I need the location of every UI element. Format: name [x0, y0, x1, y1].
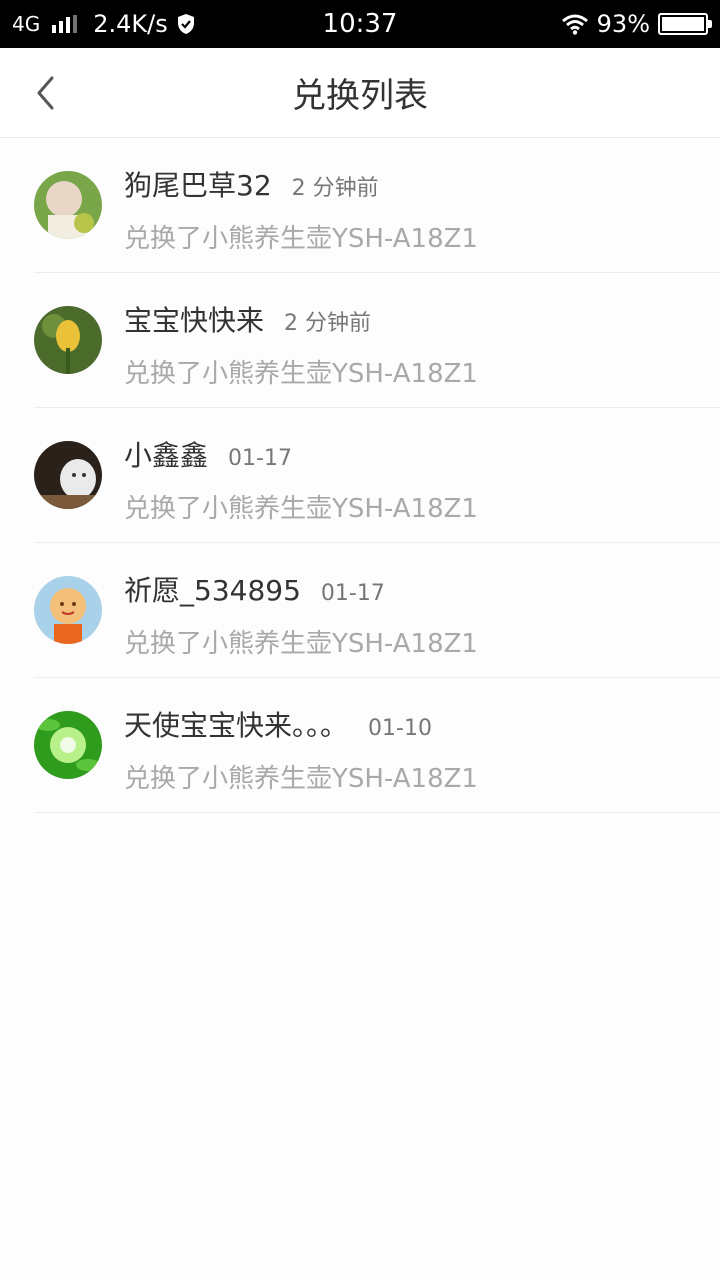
avatar — [34, 576, 102, 644]
user-name: 小鑫鑫 — [124, 439, 209, 472]
status-right: 93% — [561, 10, 712, 38]
status-bar: 4G 2.4K/s 10:37 93% — [0, 0, 720, 48]
user-name: 狗尾巴草32 — [124, 169, 272, 202]
list-item[interactable]: 宝宝快快来 2 分钟前 兑换了小熊养生壶YSH-A18Z1 — [34, 273, 720, 408]
timestamp: 2 分钟前 — [284, 311, 372, 336]
exchange-description: 兑换了小熊养生壶YSH-A18Z1 — [124, 224, 478, 254]
list-item-text: 小鑫鑫 01-17 兑换了小熊养生壶YSH-A18Z1 — [124, 434, 478, 525]
avatar — [34, 711, 102, 779]
list-item[interactable]: 天使宝宝快来。。。 01-10 兑换了小熊养生壶YSH-A18Z1 — [34, 678, 720, 813]
user-name: 祈愿_534895 — [124, 574, 301, 607]
exchange-description: 兑换了小熊养生壶YSH-A18Z1 — [124, 629, 478, 659]
timestamp: 2 分钟前 — [291, 176, 379, 201]
battery-icon — [658, 13, 712, 35]
exchange-list: 狗尾巴草32 2 分钟前 兑换了小熊养生壶YSH-A18Z1 宝宝快快来 2 分… — [0, 138, 720, 813]
back-button[interactable] — [22, 68, 68, 118]
battery-percent: 93% — [596, 10, 650, 38]
avatar — [34, 441, 102, 509]
page-title: 兑换列表 — [292, 76, 428, 116]
nav-bar: 兑换列表 — [0, 48, 720, 138]
avatar — [34, 306, 102, 374]
list-item-text: 祈愿_534895 01-17 兑换了小熊养生壶YSH-A18Z1 — [124, 569, 478, 660]
list-item[interactable]: 狗尾巴草32 2 分钟前 兑换了小熊养生壶YSH-A18Z1 — [34, 138, 720, 273]
signal-icon — [52, 15, 78, 33]
list-item-text: 狗尾巴草32 2 分钟前 兑换了小熊养生壶YSH-A18Z1 — [124, 164, 478, 255]
avatar — [34, 171, 102, 239]
user-name: 宝宝快快来 — [124, 304, 265, 337]
status-left: 4G 2.4K/s — [12, 10, 196, 38]
list-item[interactable]: 祈愿_534895 01-17 兑换了小熊养生壶YSH-A18Z1 — [34, 543, 720, 678]
shield-icon — [177, 14, 194, 34]
chevron-left-icon — [37, 76, 54, 110]
network-speed: 2.4K/s — [93, 10, 168, 38]
timestamp: 01-17 — [320, 581, 385, 606]
exchange-description: 兑换了小熊养生壶YSH-A18Z1 — [124, 764, 478, 794]
timestamp: 01-17 — [228, 446, 292, 471]
timestamp: 01-10 — [368, 716, 432, 741]
exchange-description: 兑换了小熊养生壶YSH-A18Z1 — [124, 494, 478, 524]
user-name: 天使宝宝快来。。。 — [124, 709, 349, 742]
list-item[interactable]: 小鑫鑫 01-17 兑换了小熊养生壶YSH-A18Z1 — [34, 408, 720, 543]
list-item-text: 宝宝快快来 2 分钟前 兑换了小熊养生壶YSH-A18Z1 — [124, 299, 478, 390]
network-type: 4G — [12, 12, 41, 36]
exchange-description: 兑换了小熊养生壶YSH-A18Z1 — [124, 359, 478, 389]
wifi-icon — [561, 14, 588, 35]
list-item-text: 天使宝宝快来。。。 01-10 兑换了小熊养生壶YSH-A18Z1 — [124, 704, 478, 795]
